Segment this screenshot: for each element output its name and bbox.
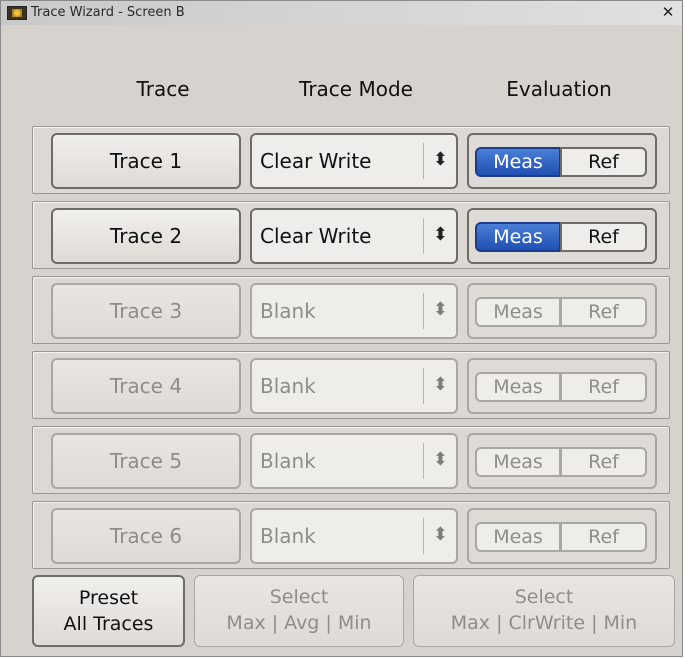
meas-toggle-button[interactable]: Meas [475, 447, 561, 477]
select-divider [423, 368, 424, 404]
trace-button[interactable]: Trace 1 [51, 133, 241, 189]
ref-toggle-button[interactable]: Ref [560, 147, 647, 177]
evaluation-toggle: Meas Ref [467, 433, 657, 489]
trace-mode-select[interactable]: Blank ⬍ [250, 433, 458, 489]
header-trace: Trace [136, 77, 190, 101]
evaluation-toggle: Meas Ref [467, 283, 657, 339]
select-avg-line2: Max | Avg | Min [226, 612, 372, 634]
ref-toggle-button[interactable]: Ref [560, 222, 647, 252]
window-title: Trace Wizard - Screen B [31, 5, 185, 20]
select-max-clrwrite-min-button[interactable]: Select Max | ClrWrite | Min [413, 575, 675, 647]
trace-mode-value: Clear Write [260, 149, 372, 173]
header-trace-mode: Trace Mode [299, 77, 413, 101]
select-clr-line2: Max | ClrWrite | Min [450, 612, 638, 634]
ref-toggle-button[interactable]: Ref [560, 372, 647, 402]
trace-wizard-window: Trace Wizard - Screen B ✕ Trace Trace Mo… [0, 0, 683, 657]
meas-toggle-button[interactable]: Meas [475, 297, 561, 327]
trace-row: Trace 2 Clear Write ⬍ Meas Ref [32, 201, 670, 269]
trace-mode-value: Blank [260, 299, 316, 323]
app-icon [7, 6, 27, 20]
trace-mode-value: Blank [260, 524, 316, 548]
ref-toggle-button[interactable]: Ref [560, 447, 647, 477]
updown-arrow-icon: ⬍ [432, 524, 448, 545]
trace-mode-value: Blank [260, 449, 316, 473]
select-divider [423, 518, 424, 554]
updown-arrow-icon: ⬍ [432, 299, 448, 320]
trace-row: Trace 6 Blank ⬍ Meas Ref [32, 501, 670, 569]
trace-mode-select[interactable]: Blank ⬍ [250, 358, 458, 414]
trace-mode-select[interactable]: Clear Write ⬍ [250, 133, 458, 189]
meas-toggle-button[interactable]: Meas [475, 147, 561, 177]
evaluation-toggle: Meas Ref [467, 358, 657, 414]
trace-button[interactable]: Trace 5 [51, 433, 241, 489]
ref-toggle-button[interactable]: Ref [560, 522, 647, 552]
trace-button[interactable]: Trace 4 [51, 358, 241, 414]
trace-mode-select[interactable]: Blank ⬍ [250, 508, 458, 564]
trace-mode-value: Clear Write [260, 224, 372, 248]
updown-arrow-icon: ⬍ [432, 374, 448, 395]
evaluation-toggle: Meas Ref [467, 133, 657, 189]
ref-toggle-button[interactable]: Ref [560, 297, 647, 327]
trace-mode-value: Blank [260, 374, 316, 398]
select-divider [423, 443, 424, 479]
trace-button[interactable]: Trace 6 [51, 508, 241, 564]
title-bar[interactable]: Trace Wizard - Screen B ✕ [1, 1, 682, 25]
preset-line2: All Traces [63, 613, 154, 635]
select-clr-line1: Select [514, 586, 574, 608]
trace-row: Trace 5 Blank ⬍ Meas Ref [32, 426, 670, 494]
meas-toggle-button[interactable]: Meas [475, 222, 561, 252]
preset-line1: Preset [78, 587, 139, 609]
select-avg-line1: Select [269, 586, 329, 608]
select-divider [423, 218, 424, 254]
close-icon[interactable]: ✕ [660, 4, 676, 20]
trace-button[interactable]: Trace 3 [51, 283, 241, 339]
trace-mode-select[interactable]: Blank ⬍ [250, 283, 458, 339]
trace-row: Trace 4 Blank ⬍ Meas Ref [32, 351, 670, 419]
trace-button[interactable]: Trace 2 [51, 208, 241, 264]
select-divider [423, 143, 424, 179]
updown-arrow-icon: ⬍ [432, 449, 448, 470]
select-divider [423, 293, 424, 329]
evaluation-toggle: Meas Ref [467, 508, 657, 564]
evaluation-toggle: Meas Ref [467, 208, 657, 264]
select-max-avg-min-button[interactable]: Select Max | Avg | Min [194, 575, 404, 647]
updown-arrow-icon: ⬍ [432, 149, 448, 170]
meas-toggle-button[interactable]: Meas [475, 372, 561, 402]
trace-row: Trace 3 Blank ⬍ Meas Ref [32, 276, 670, 344]
header-evaluation: Evaluation [506, 77, 612, 101]
preset-all-traces-button[interactable]: Preset All Traces [32, 575, 185, 647]
trace-mode-select[interactable]: Clear Write ⬍ [250, 208, 458, 264]
trace-row: Trace 1 Clear Write ⬍ Meas Ref [32, 126, 670, 194]
updown-arrow-icon: ⬍ [432, 224, 448, 245]
meas-toggle-button[interactable]: Meas [475, 522, 561, 552]
